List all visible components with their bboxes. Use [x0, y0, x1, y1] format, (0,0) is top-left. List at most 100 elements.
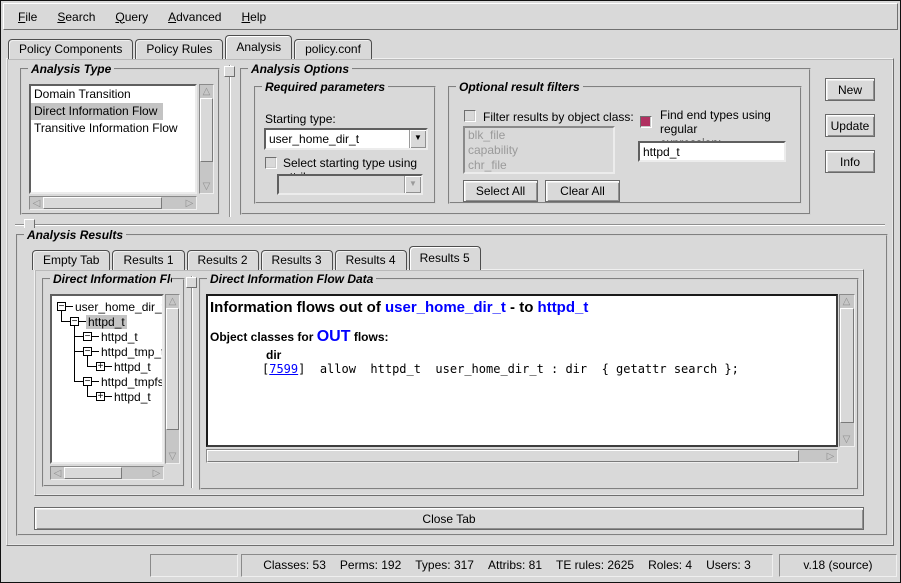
- tree-node-label[interactable]: httpd_t: [112, 360, 153, 374]
- results-tab-bar: Empty Tab Results 1 Results 2 Results 3 …: [32, 247, 483, 270]
- flow-data-title: Direct Information Flow Data: [207, 272, 376, 286]
- flow-tree-hscrollbar[interactable]: ◁ ▷: [50, 466, 164, 480]
- scrollbar-thumb[interactable]: [207, 450, 799, 462]
- list-item-domain-transition[interactable]: Domain Transition: [31, 86, 195, 103]
- tree-node: + httpd_t: [55, 389, 162, 404]
- scrollbar-thumb[interactable]: [64, 467, 122, 479]
- attrib-checkbox[interactable]: [265, 157, 277, 169]
- tree-node-label-selected[interactable]: httpd_t: [86, 315, 127, 329]
- scroll-up-icon[interactable]: △: [166, 295, 179, 308]
- regex-entry-wrap: [638, 141, 786, 162]
- starting-type-combobox[interactable]: ▼: [264, 128, 428, 150]
- scroll-right-icon[interactable]: ▷: [183, 197, 196, 210]
- flow-tree-vscrollbar[interactable]: △ ▽: [165, 294, 180, 464]
- list-item-transitive-information-flow[interactable]: Transitive Information Flow: [31, 120, 195, 137]
- flow-data-vscrollbar[interactable]: △ ▽: [839, 294, 855, 447]
- sash-handle[interactable]: [224, 66, 235, 77]
- new-button[interactable]: New: [825, 78, 875, 101]
- scroll-up-icon[interactable]: △: [840, 295, 853, 308]
- tab-results-3[interactable]: Results 3: [261, 250, 333, 270]
- regex-input[interactable]: [640, 143, 784, 160]
- tab-results-1[interactable]: Results 1: [112, 250, 184, 270]
- analysis-type-listbox[interactable]: Domain Transition Direct Information Flo…: [29, 84, 197, 194]
- tree-node-label[interactable]: httpd_tmp_t: [99, 345, 164, 359]
- scroll-up-icon[interactable]: △: [200, 85, 213, 98]
- tab-results-4[interactable]: Results 4: [335, 250, 407, 270]
- status-version-box: v.18 (source): [779, 554, 897, 577]
- menu-item-query[interactable]: Query: [109, 8, 154, 26]
- tree-expand-toggle[interactable]: −: [83, 332, 92, 341]
- stat-perms: Perms: 192: [340, 558, 401, 572]
- tab-results-5[interactable]: Results 5: [409, 246, 481, 270]
- sash-handle[interactable]: [186, 277, 197, 288]
- menu-item-file[interactable]: File: [12, 8, 43, 26]
- scrollbar-track[interactable]: [200, 98, 213, 180]
- analysis-type-hscrollbar[interactable]: ◁ ▷: [29, 196, 197, 210]
- filter-by-class-checkbox[interactable]: [464, 110, 476, 122]
- required-parameters-title: Required parameters: [262, 80, 388, 94]
- scroll-left-icon[interactable]: ◁: [30, 197, 43, 210]
- scroll-down-icon[interactable]: ▽: [840, 433, 853, 446]
- tab-empty-tab[interactable]: Empty Tab: [32, 250, 110, 270]
- scrollbar-track[interactable]: [166, 308, 179, 450]
- info-button[interactable]: Info: [825, 150, 875, 173]
- menu-item-advanced[interactable]: Advanced: [162, 8, 227, 26]
- tree-expand-toggle[interactable]: −: [57, 302, 66, 311]
- scroll-right-icon[interactable]: ▷: [150, 467, 163, 480]
- tree-node-label[interactable]: httpd_t: [99, 330, 140, 344]
- select-all-button[interactable]: Select All: [463, 180, 538, 202]
- analysis-type-vscrollbar[interactable]: △ ▽: [199, 84, 214, 194]
- pane-sash-horizontal[interactable]: [15, 224, 885, 226]
- scroll-right-icon[interactable]: ▷: [824, 450, 837, 463]
- starting-type-input[interactable]: [266, 130, 409, 148]
- scrollbar-thumb[interactable]: [840, 308, 854, 423]
- tree-expand-toggle[interactable]: +: [96, 362, 105, 371]
- tab-results-2[interactable]: Results 2: [187, 250, 259, 270]
- tab-policy-rules[interactable]: Policy Rules: [135, 39, 223, 59]
- tree-expand-toggle[interactable]: −: [70, 317, 79, 326]
- tree-node: −httpd_tmp_t: [55, 344, 162, 359]
- flow-data-text[interactable]: Information flows out of user_home_dir_t…: [206, 294, 838, 447]
- flow-data-hscrollbar[interactable]: ▷: [206, 449, 838, 463]
- tab-policy-conf[interactable]: policy.conf: [294, 39, 372, 59]
- tree-expand-toggle[interactable]: −: [83, 377, 92, 386]
- list-item-direct-information-flow[interactable]: Direct Information Flow: [31, 103, 163, 120]
- scrollbar-track[interactable]: [43, 197, 183, 209]
- scrollbar-thumb[interactable]: [43, 197, 162, 209]
- flow-tree[interactable]: −user_home_dir_t −httpd_t −httpd_t −http…: [50, 294, 164, 464]
- scroll-down-icon[interactable]: ▽: [166, 450, 179, 463]
- scrollbar-track[interactable]: [207, 450, 824, 462]
- object-class-name: dir: [266, 348, 834, 362]
- tree-node-label[interactable]: httpd_t: [112, 390, 153, 404]
- filter-by-class-label[interactable]: Filter results by object class:: [483, 110, 634, 124]
- dropdown-arrow-icon[interactable]: ▼: [409, 130, 426, 148]
- menu-item-search[interactable]: Search: [51, 8, 101, 26]
- update-button[interactable]: Update: [825, 114, 875, 137]
- menu-item-help[interactable]: Help: [235, 8, 272, 26]
- clear-all-button[interactable]: Clear All: [545, 180, 620, 202]
- analysis-type-panel: Analysis Type Domain Transition Direct I…: [20, 68, 220, 215]
- tab-policy-components[interactable]: Policy Components: [8, 39, 133, 59]
- flow-subheading: Object classes for OUT flows:: [210, 328, 834, 346]
- scrollbar-track[interactable]: [64, 467, 150, 479]
- flow-target-type: httpd_t: [538, 299, 589, 316]
- starting-type-label: Starting type:: [265, 112, 336, 126]
- scrollbar-thumb[interactable]: [200, 98, 213, 162]
- tree-expand-toggle[interactable]: +: [96, 392, 105, 401]
- scroll-down-icon[interactable]: ▽: [200, 180, 213, 193]
- scroll-left-icon[interactable]: ◁: [51, 467, 64, 480]
- scrollbar-thumb[interactable]: [166, 308, 179, 430]
- tab-analysis[interactable]: Analysis: [225, 35, 292, 59]
- results-sash-vertical[interactable]: [191, 276, 193, 488]
- close-tab-button[interactable]: Close Tab: [34, 507, 864, 530]
- tree-node-label[interactable]: user_home_dir_t: [73, 300, 164, 314]
- rule-number-link[interactable]: 7599: [269, 362, 298, 376]
- pane-sash-vertical[interactable]: [229, 65, 231, 217]
- tree-expand-toggle[interactable]: −: [83, 347, 92, 356]
- tree-node: −httpd_tmpfs_t: [55, 374, 162, 389]
- tree-node-label[interactable]: httpd_tmpfs_t: [99, 375, 164, 389]
- attrib-input: [279, 176, 404, 193]
- regex-checkbox[interactable]: [640, 116, 652, 128]
- analysis-results-panel: Analysis Results Empty Tab Results 1 Res…: [16, 234, 888, 536]
- scrollbar-track[interactable]: [840, 308, 854, 433]
